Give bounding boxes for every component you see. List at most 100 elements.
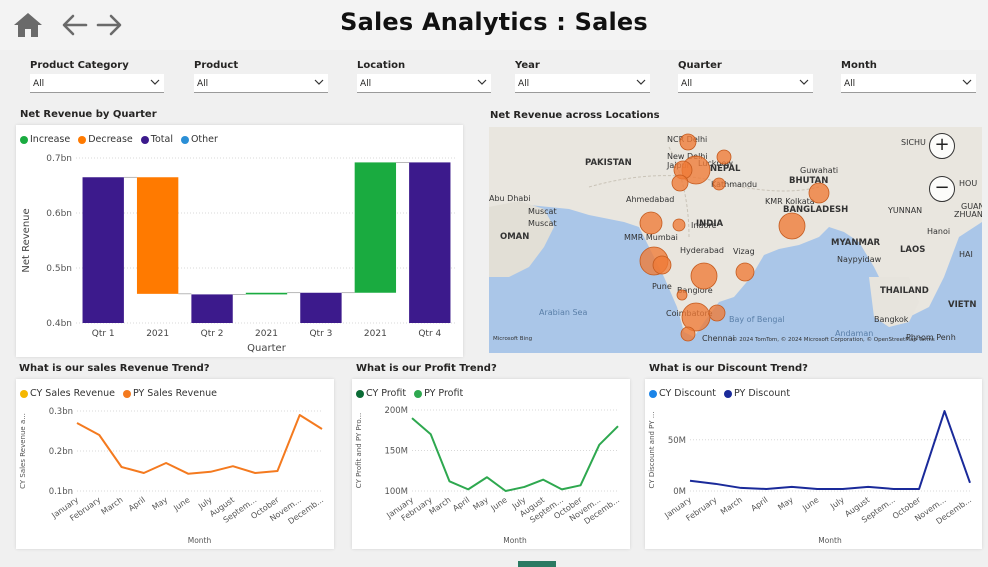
map-label: Hyderabad — [680, 246, 724, 255]
map-label: Hanoi — [927, 227, 950, 236]
x-tick-label: April — [749, 495, 769, 513]
bing-logo: Microsoft Bing — [493, 336, 533, 342]
chevron-down-icon — [962, 79, 972, 85]
waterfall-chart: 0.4bn 0.5bn 0.6bn 0.7bn Qtr 1 2021 Qtr 2 2021 Qt… — [21, 154, 457, 354]
x-tick-label: June — [489, 495, 509, 513]
map-label: Pune — [652, 282, 672, 291]
discount-trend-title: What is our Discount Trend? — [649, 363, 808, 374]
revenue-bubble[interactable] — [681, 302, 711, 332]
revenue-bubble[interactable] — [808, 182, 830, 204]
slicer-label: Month — [841, 60, 877, 71]
slicer-dropdown[interactable]: All — [515, 74, 650, 93]
slicer-quarter: Quarter All — [678, 60, 813, 93]
y-tick-label: 200M — [384, 406, 408, 416]
x-tick-label: 2021 — [364, 329, 387, 339]
zoom-out-button[interactable]: − — [929, 176, 955, 202]
x-tick-label: 2021 — [146, 329, 169, 339]
map-label: Bangkok — [874, 315, 909, 324]
active-page-tab[interactable] — [518, 561, 556, 567]
revenue-bubble[interactable] — [671, 174, 689, 192]
sales-trend-title: What is our sales Revenue Trend? — [19, 363, 210, 374]
y-tick-label: 0.1bn — [49, 487, 73, 497]
waterfall-bar[interactable] — [409, 162, 451, 323]
map-label: HAI — [959, 250, 973, 259]
slicer-value: All — [844, 79, 856, 89]
slicer-value: All — [197, 79, 209, 89]
slicer-dropdown[interactable]: All — [678, 74, 813, 93]
revenue-map[interactable]: PAKISTANNCR DelhiNew DelhiJaipurLucknowN… — [489, 127, 982, 353]
map-attribution[interactable]: © 2024 TomTom, © 2024 Microsoft Corporat… — [732, 337, 935, 343]
map-label: VIETN — [948, 300, 976, 310]
map-label: NEPAL — [710, 164, 741, 174]
revenue-bubble[interactable] — [708, 304, 726, 322]
y-axis-title: CY Discount and PY ... — [648, 412, 656, 489]
map-label: Muscat — [528, 207, 557, 216]
waterfall-bar[interactable] — [136, 177, 179, 294]
x-tick-label: June — [171, 495, 191, 513]
slicer-label: Product — [194, 60, 239, 71]
map-label: Ahmedabad — [626, 195, 674, 204]
waterfall-bar[interactable] — [300, 292, 342, 323]
revenue-bubble[interactable] — [672, 218, 686, 232]
revenue-bubble[interactable] — [716, 149, 732, 165]
x-tick-label: April — [451, 495, 471, 513]
profit-trend-panel: CY Profit PY Profit 100M 150M 200M January Fe… — [352, 379, 630, 549]
revenue-bubble[interactable] — [778, 212, 806, 240]
slicer-dropdown[interactable]: All — [357, 74, 491, 93]
slicer-dropdown[interactable]: All — [194, 74, 328, 93]
revenue-bubble[interactable] — [690, 262, 718, 290]
y-tick-label: 150M — [384, 447, 408, 457]
zoom-in-button[interactable]: + — [929, 133, 955, 159]
y-tick-label: 0M — [673, 487, 686, 497]
slicer-label: Quarter — [678, 60, 722, 71]
y-axis-title: CY Sales Revenue a... — [19, 413, 27, 489]
series-line[interactable] — [76, 414, 323, 475]
slicer-label: Product Category — [30, 60, 129, 71]
y-tick-label: 0.4bn — [46, 319, 72, 329]
revenue-bubble[interactable] — [735, 262, 755, 282]
revenue-bubble[interactable] — [712, 177, 726, 191]
chevron-down-icon — [799, 79, 809, 85]
revenue-bubble[interactable] — [680, 326, 696, 342]
map-label: MYANMAR — [831, 238, 881, 248]
slicer-dropdown[interactable]: All — [30, 74, 164, 93]
map-label: Vizag — [733, 247, 755, 256]
waterfall-panel: Increase Decrease Total Other 0.4bn 0.5bn 0.6… — [16, 125, 463, 357]
map-label: THAILAND — [880, 286, 929, 296]
waterfall-bar[interactable] — [354, 162, 397, 293]
chevron-down-icon — [150, 79, 160, 85]
waterfall-bar[interactable] — [191, 294, 233, 323]
revenue-bubble[interactable] — [652, 255, 672, 275]
series-line[interactable] — [689, 410, 971, 490]
map-label: Bay of Bengal — [729, 315, 785, 324]
chevron-down-icon — [314, 79, 324, 85]
revenue-bubble[interactable] — [676, 289, 688, 301]
x-tick-label: April — [127, 495, 147, 513]
page-title: Sales Analytics : Sales — [340, 8, 648, 36]
page-tabs-strip — [0, 559, 988, 567]
y-tick-label: 0.7bn — [46, 154, 72, 164]
x-tick-label: July — [828, 495, 846, 511]
series-line[interactable] — [411, 417, 619, 492]
x-axis-title: Quarter — [247, 343, 287, 354]
y-tick-label: 0.3bn — [49, 407, 73, 417]
y-axis-title: CY Profit and PY Pro... — [355, 413, 363, 488]
revenue-bubble[interactable] — [679, 133, 697, 151]
revenue-bubble[interactable] — [639, 211, 663, 235]
x-tick-label: Qtr 3 — [309, 329, 332, 339]
waterfall-bar[interactable] — [82, 177, 124, 323]
map-label: LAOS — [900, 245, 925, 255]
map-label: Guwahati — [800, 166, 838, 175]
map-label: ZHUAN — [954, 210, 982, 219]
slicer-value: All — [360, 79, 372, 89]
map-label: SICHU — [901, 138, 926, 147]
slicer-value: All — [33, 79, 45, 89]
x-axis-title: Month — [818, 536, 842, 545]
x-tick-label: May — [471, 495, 490, 512]
map-label: Chennai — [702, 334, 735, 343]
waterfall-title: Net Revenue by Quarter — [20, 109, 157, 120]
x-tick-label: 2021 — [255, 329, 278, 339]
slicer-dropdown[interactable]: All — [841, 74, 976, 93]
map-label: OMAN — [500, 232, 529, 242]
waterfall-bar[interactable] — [245, 292, 288, 295]
